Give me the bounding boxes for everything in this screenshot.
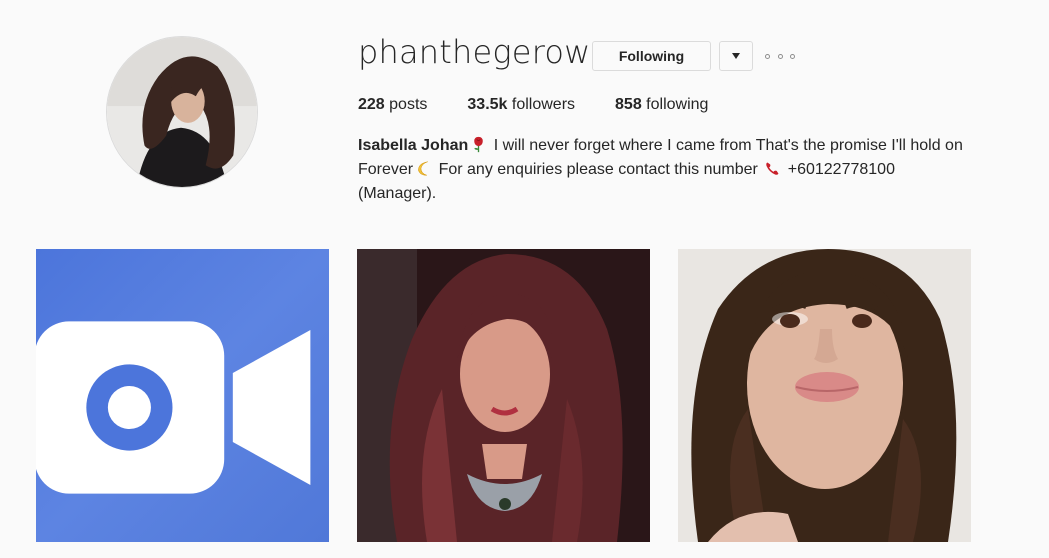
followers-stat[interactable]: 33.5k followers: [467, 96, 575, 114]
rose-icon: [474, 136, 484, 153]
post-image: [357, 249, 650, 542]
profile-full-name: Isabella Johan: [358, 137, 469, 154]
post-image: [678, 249, 971, 542]
following-label: following: [641, 96, 709, 113]
profile-bio: Isabella Johan I will never forget where…: [358, 134, 968, 206]
more-dot: [765, 53, 770, 59]
post-thumbnail[interactable]: [678, 249, 971, 542]
followers-count: 33.5k: [467, 96, 508, 113]
suggestions-dropdown-button[interactable]: [719, 41, 753, 71]
following-button[interactable]: Following: [592, 41, 711, 71]
avatar-image: [107, 37, 257, 187]
crescent-moon-icon: [418, 161, 428, 176]
posts-stat: 228 posts: [358, 96, 427, 114]
chevron-down-icon: [732, 53, 740, 59]
video-icon: [36, 321, 311, 494]
profile-avatar[interactable]: [106, 36, 258, 188]
posts-count: 228: [358, 96, 385, 113]
post-thumbnail-video[interactable]: [36, 249, 329, 542]
profile-username: phanthegerow: [358, 33, 591, 71]
bio-text-2: For any enquiries please contact this nu…: [434, 161, 763, 178]
more-options-icon[interactable]: [765, 47, 795, 65]
followers-label: followers: [507, 96, 576, 113]
more-dot: [790, 53, 795, 59]
posts-label: posts: [384, 96, 428, 113]
telephone-icon: [766, 162, 779, 175]
profile-stats: 228 posts 33.5k followers 858 following: [358, 96, 748, 114]
more-dot: [777, 53, 783, 59]
following-stat[interactable]: 858 following: [615, 96, 708, 114]
post-thumbnail[interactable]: [357, 249, 650, 542]
following-count: 858: [615, 96, 642, 113]
